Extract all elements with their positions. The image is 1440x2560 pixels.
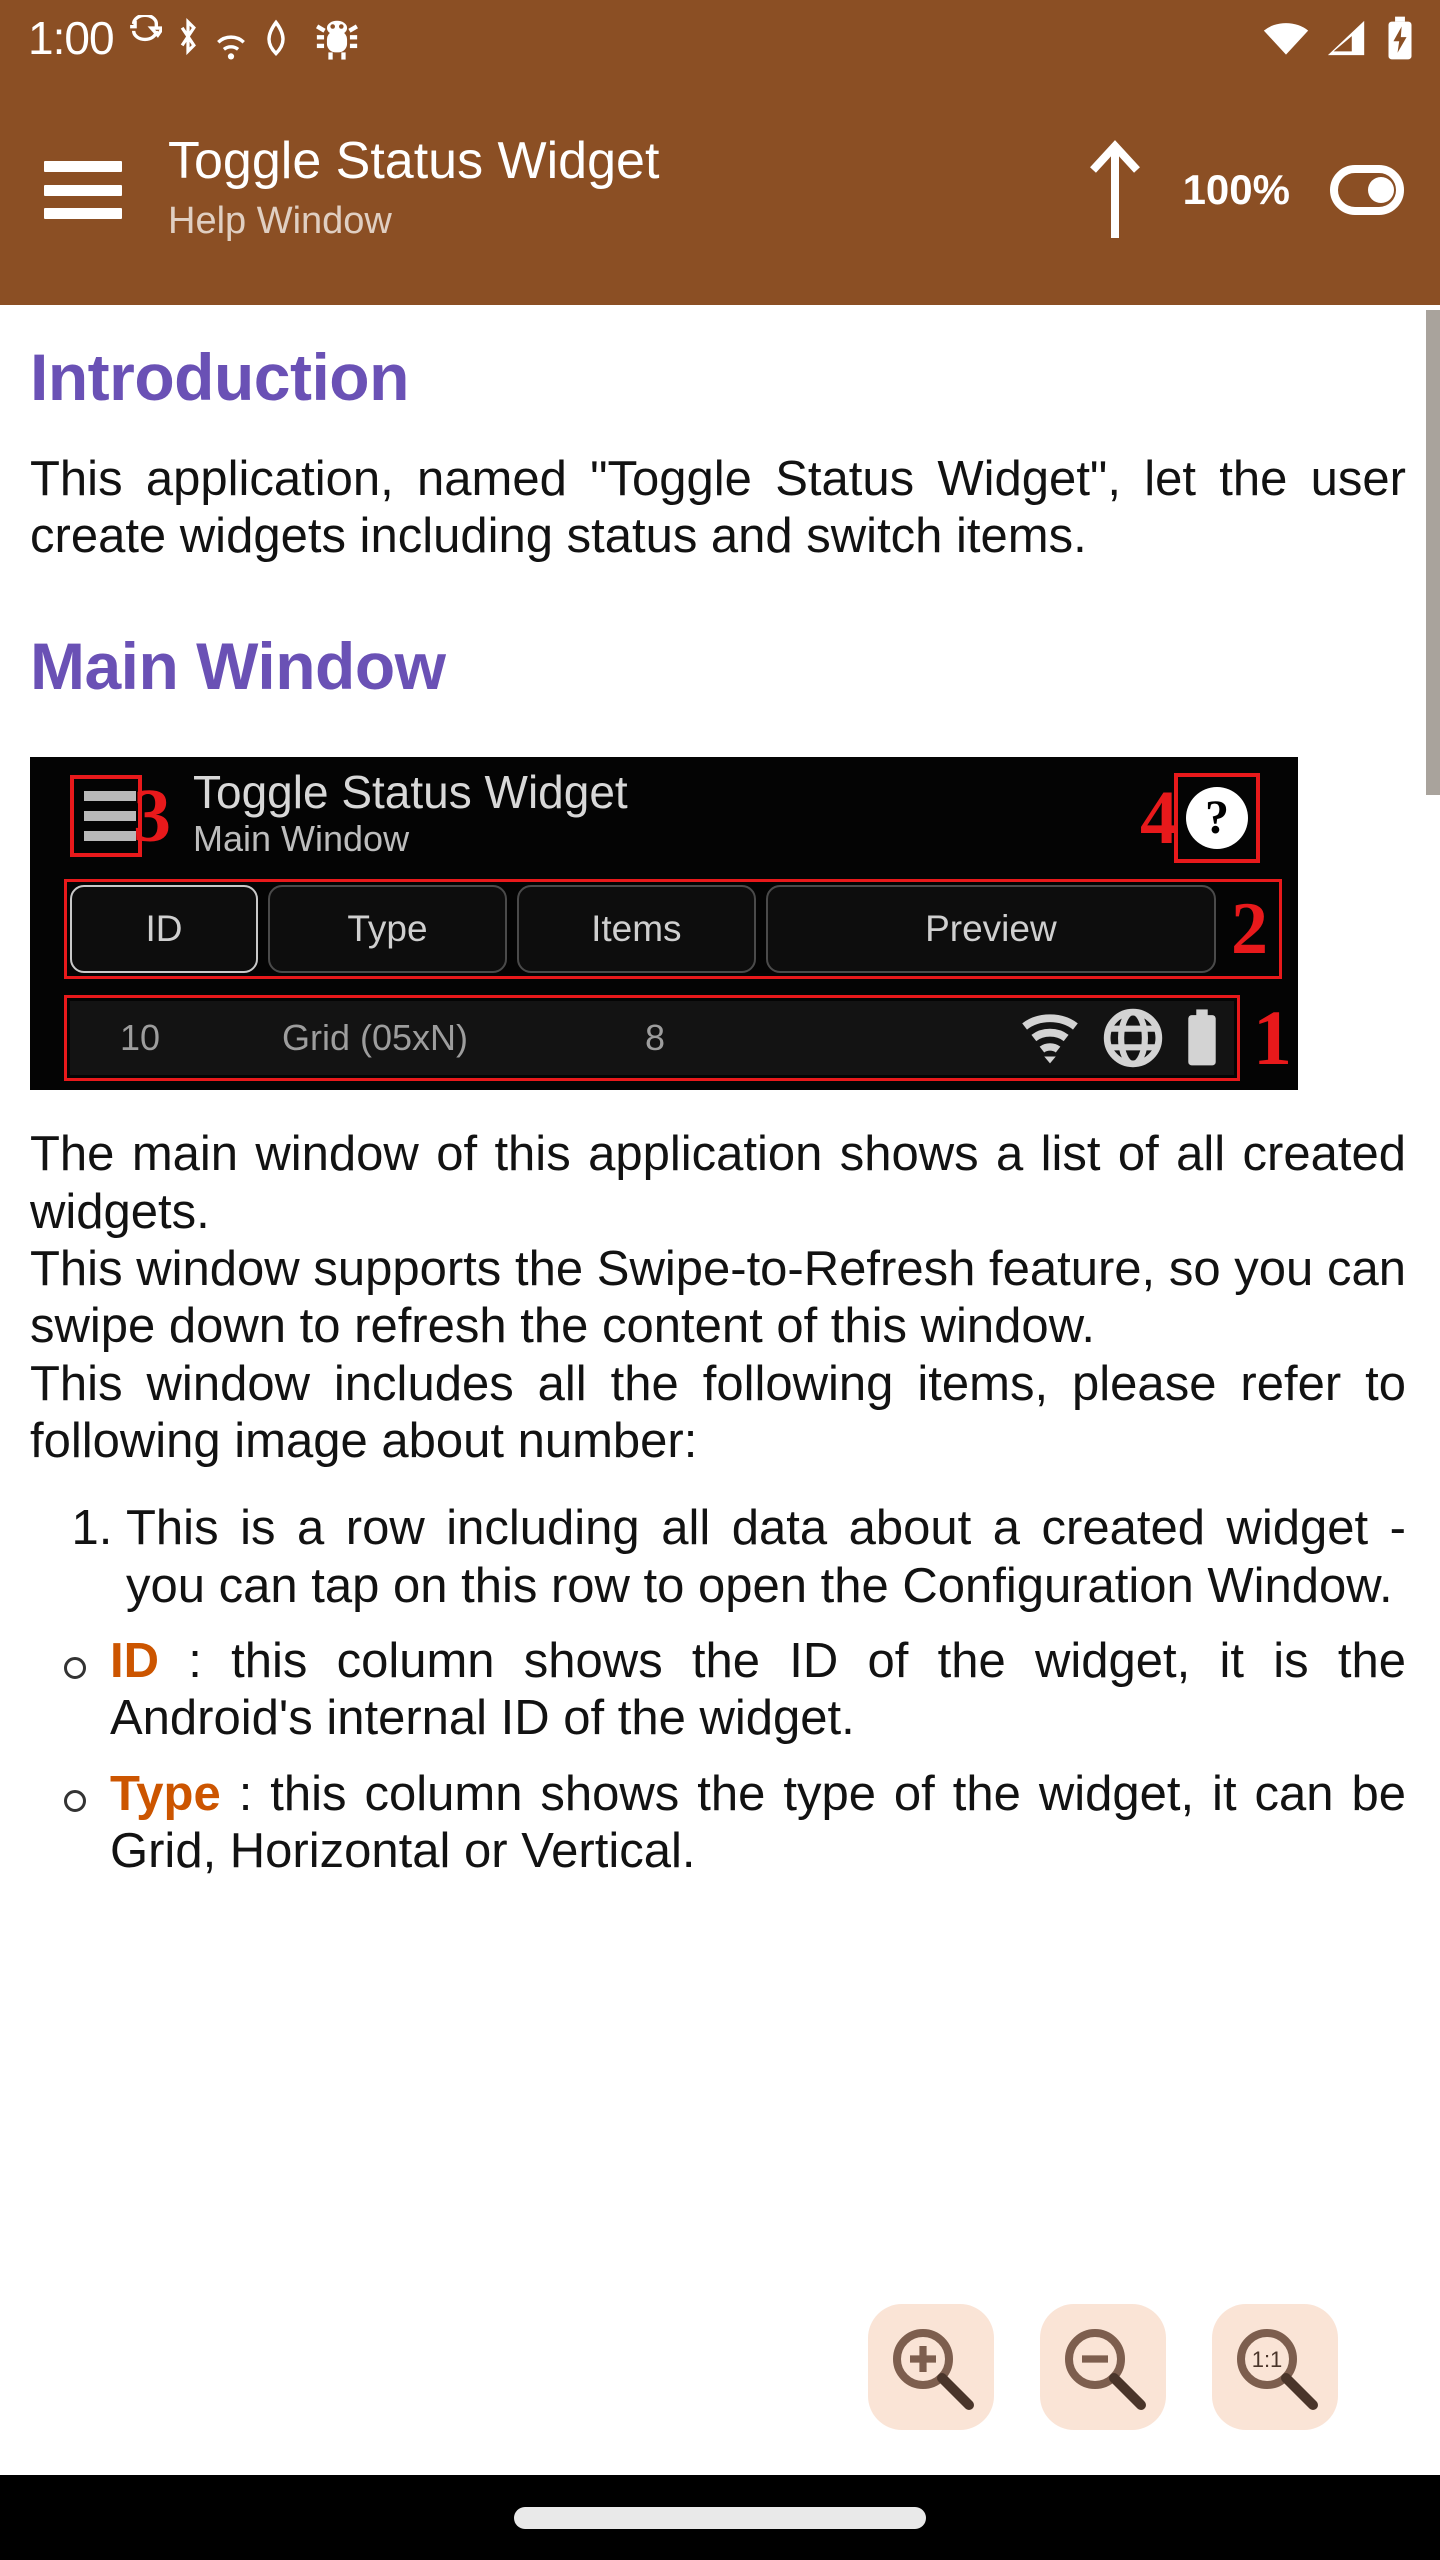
status-bar: 1:00 xyxy=(0,0,1440,75)
zoom-in-button[interactable] xyxy=(868,2304,994,2430)
paragraph-main-1: The main window of this application show… xyxy=(30,1127,1406,1239)
app-bar: Toggle Status Widget Help Window 100% xyxy=(0,75,1440,305)
list-item: This is a row including all data about a… xyxy=(126,1500,1406,1615)
zoom-level-label: 100% xyxy=(1182,166,1290,213)
system-navigation-bar xyxy=(0,2475,1440,2560)
main-window-annotated-screenshot[interactable]: 3 Toggle Status Widget Main Window 4 ? I… xyxy=(30,757,1298,1091)
app-bar-actions: 100% xyxy=(1087,138,1404,242)
screen-root: 1:00 Toggle Status Widget Help Window 10… xyxy=(0,0,1440,2560)
figure-column-id: ID xyxy=(70,885,258,974)
paragraph-main-2: This window supports the Swipe-to-Refres… xyxy=(30,1242,1406,1354)
figure-annotation-4: 4 xyxy=(1140,776,1178,861)
main-window-items-list: This is a row including all data about a… xyxy=(30,1500,1406,1615)
keyword-id: ID xyxy=(110,1634,159,1689)
list-item: ID : this column shows the ID of the wid… xyxy=(64,1633,1406,1748)
zoom-controls: 1:1 xyxy=(868,2304,1338,2430)
heading-main-window: Main Window xyxy=(30,628,446,703)
svg-text:1:1: 1:1 xyxy=(1252,2347,1283,2372)
globe-icon xyxy=(1103,1009,1163,1068)
list-item: Type : this column shows the type of the… xyxy=(64,1766,1406,1881)
magnifier-plus-icon xyxy=(893,2329,974,2410)
page-title: Toggle Status Widget xyxy=(168,132,660,190)
figure-column-items: Items xyxy=(516,885,756,974)
wifi-icon xyxy=(1262,18,1310,58)
bluetooth-icon xyxy=(176,16,200,60)
status-bar-right xyxy=(1262,15,1416,61)
status-bar-left: 1:00 xyxy=(28,11,360,64)
figure-column-type: Type xyxy=(268,885,507,974)
figure-annotation-3: 3 xyxy=(133,774,171,859)
figure-row-type: Grid (05xN) xyxy=(281,1017,469,1059)
wifi-signal-icon xyxy=(214,16,248,60)
figure-row-items: 8 xyxy=(644,1017,666,1059)
scrollbar-thumb[interactable] xyxy=(1426,310,1440,795)
figure-app-title: Toggle Status Widget xyxy=(193,766,628,819)
keyword-id-description: : this column shows the ID of the widget… xyxy=(110,1634,1406,1746)
battery-icon xyxy=(1188,1009,1216,1066)
zoom-reset-button[interactable]: 1:1 xyxy=(1212,2304,1338,2430)
app-bar-titles: Toggle Status Widget Help Window xyxy=(168,134,1087,246)
figure-row-id: 10 xyxy=(119,1017,161,1059)
figure-annotation-2: 2 xyxy=(1231,888,1268,971)
figure-help-highlight: ? xyxy=(1174,773,1260,864)
content-scrollbar[interactable] xyxy=(1426,305,1440,2475)
keyword-type-description: : this column shows the type of the widg… xyxy=(110,1766,1406,1879)
toggle-switch-icon[interactable] xyxy=(1330,165,1404,215)
figure-row-preview xyxy=(770,1007,1234,1069)
arrow-up-icon[interactable] xyxy=(1087,138,1143,242)
keyword-type: Type xyxy=(110,1766,221,1821)
paragraph-main-3: This window includes all the following i… xyxy=(30,1356,1406,1469)
android-debug-icon xyxy=(314,15,360,61)
zoom-out-button[interactable] xyxy=(1040,2304,1166,2430)
location-icon xyxy=(262,16,290,60)
figure-widget-row: 10 Grid (05xN) 8 xyxy=(70,1001,1234,1076)
question-mark-icon: ? xyxy=(1186,787,1248,850)
wifi-icon xyxy=(1022,1014,1078,1064)
figure-column-preview: Preview xyxy=(765,885,1216,974)
help-content[interactable]: Introduction This application, named "To… xyxy=(0,305,1440,2475)
sync-icon xyxy=(128,14,162,61)
battery-charging-icon xyxy=(1384,15,1416,61)
hamburger-menu-icon[interactable] xyxy=(44,161,122,219)
figure-app-subtitle: Main Window xyxy=(193,818,410,860)
paragraph-intro: This application, named "Toggle Status W… xyxy=(30,451,1406,564)
figure-annotation-1: 1 xyxy=(1253,994,1292,1082)
figure-column-headers: ID Type Items Preview xyxy=(70,885,1216,974)
status-bar-clock: 1:00 xyxy=(28,11,115,64)
heading-introduction: Introduction xyxy=(30,340,409,414)
column-description-list: ID : this column shows the ID of the wid… xyxy=(30,1633,1406,1880)
figure-hamburger-menu-icon xyxy=(84,791,136,842)
cellular-signal-icon xyxy=(1326,18,1368,58)
page-subtitle: Help Window xyxy=(168,199,392,242)
magnifier-minus-icon xyxy=(1065,2329,1146,2410)
home-gesture-pill[interactable] xyxy=(514,2506,926,2529)
magnifier-one-to-one-icon: 1:1 xyxy=(1237,2329,1318,2410)
